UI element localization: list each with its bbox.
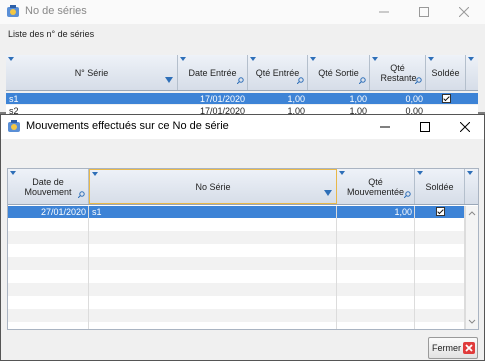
cell-date: 17/01/2020	[199, 94, 245, 104]
cell-no-serie: s1	[92, 207, 102, 217]
cell-qte: 1,00	[394, 207, 412, 217]
close-button[interactable]	[451, 115, 479, 139]
minimize-button[interactable]	[371, 115, 399, 139]
close-icon	[460, 122, 470, 132]
col-header-soldee[interactable]: Soldée	[426, 55, 466, 90]
search-icon[interactable]	[404, 191, 411, 198]
checkbox-icon[interactable]	[442, 94, 451, 103]
col-header-qte-restante[interactable]: Qté Restante	[370, 55, 426, 90]
col-header-no-serie[interactable]: No Série	[89, 169, 337, 204]
minimize-button[interactable]	[370, 0, 398, 24]
empty-rows	[8, 218, 465, 329]
movements-window-title: Mouvements effectués sur ce No de série	[26, 120, 229, 132]
col-header-extra[interactable]	[465, 169, 478, 204]
series-grid-header: N° Série Date Entrée Qté Entrée Qté Sort…	[6, 55, 478, 91]
sort-icon	[339, 171, 345, 175]
column-separator	[336, 206, 337, 329]
movements-titlebar: Mouvements effectués sur ce No de série	[1, 115, 484, 139]
sort-icon	[180, 57, 186, 61]
checkbox-icon[interactable]	[436, 207, 445, 216]
movements-grid-header: Date de Mouvement No Série Qté Mouvement…	[8, 169, 478, 205]
column-separator	[88, 206, 89, 329]
series-window: No de séries Liste des n° de séries N° S…	[0, 0, 485, 116]
filter-icon[interactable]	[165, 77, 173, 83]
maximize-button[interactable]	[411, 115, 439, 139]
sort-icon	[250, 57, 256, 61]
cell-qte-entree: 1,00	[287, 94, 305, 104]
sort-icon	[92, 172, 98, 176]
minimize-icon	[379, 11, 389, 13]
sort-icon	[467, 171, 473, 175]
maximize-icon	[419, 7, 429, 17]
sort-icon	[10, 171, 16, 175]
search-icon[interactable]	[78, 191, 85, 198]
minimize-icon	[380, 126, 390, 128]
col-header-serie[interactable]: N° Série	[6, 55, 178, 90]
maximize-button[interactable]	[410, 0, 438, 24]
col-header-qte-mouvementee[interactable]: Qté Mouvementée	[337, 169, 415, 204]
col-header-date-entree[interactable]: Date Entrée	[178, 55, 248, 90]
table-row[interactable]: s1 17/01/2020 1,00 1,00 0,00	[6, 93, 478, 104]
sort-icon	[8, 57, 14, 61]
app-icon	[8, 120, 20, 132]
series-titlebar: No de séries	[0, 0, 485, 24]
close-button[interactable]	[450, 0, 478, 24]
app-icon	[7, 5, 19, 17]
scroll-down-icon[interactable]	[466, 317, 478, 327]
search-icon[interactable]	[359, 77, 366, 84]
col-header-date-mouvement[interactable]: Date de Mouvement	[8, 169, 89, 204]
fermer-button[interactable]: Fermer	[428, 337, 478, 359]
cell-restante: 0,00	[405, 94, 423, 104]
cell-qte-sortie: 1,00	[349, 94, 367, 104]
column-separator	[414, 206, 415, 329]
search-icon[interactable]	[237, 77, 244, 84]
table-row[interactable]: 27/01/2020 s1 1,00	[8, 206, 465, 218]
sort-icon	[372, 57, 378, 61]
cell-date: 27/01/2020	[40, 207, 86, 217]
col-header-qte-entree[interactable]: Qté Entrée	[248, 55, 308, 90]
sort-icon	[428, 57, 434, 61]
col-header-qte-sortie[interactable]: Qté Sortie	[308, 55, 370, 90]
fermer-close-icon	[463, 342, 475, 354]
search-icon[interactable]	[415, 77, 422, 84]
search-icon[interactable]	[297, 77, 304, 84]
fermer-label: Fermer	[432, 343, 461, 353]
vertical-scrollbar[interactable]	[465, 206, 478, 329]
cell-serie: s1	[9, 94, 19, 104]
sort-icon	[468, 57, 474, 61]
col-header-extra[interactable]	[466, 55, 478, 90]
maximize-icon	[420, 122, 430, 132]
close-icon	[459, 7, 469, 17]
movements-window: Mouvements effectués sur ce No de série …	[0, 114, 485, 361]
sort-icon	[310, 57, 316, 61]
col-header-soldee[interactable]: Soldée	[415, 169, 465, 204]
sort-icon	[417, 171, 423, 175]
scroll-up-icon[interactable]	[466, 208, 478, 218]
series-list-label: Liste des n° de séries	[8, 29, 95, 39]
filter-icon[interactable]	[324, 190, 332, 196]
series-window-title: No de séries	[25, 5, 87, 17]
movements-grid: Date de Mouvement No Série Qté Mouvement…	[7, 168, 479, 330]
